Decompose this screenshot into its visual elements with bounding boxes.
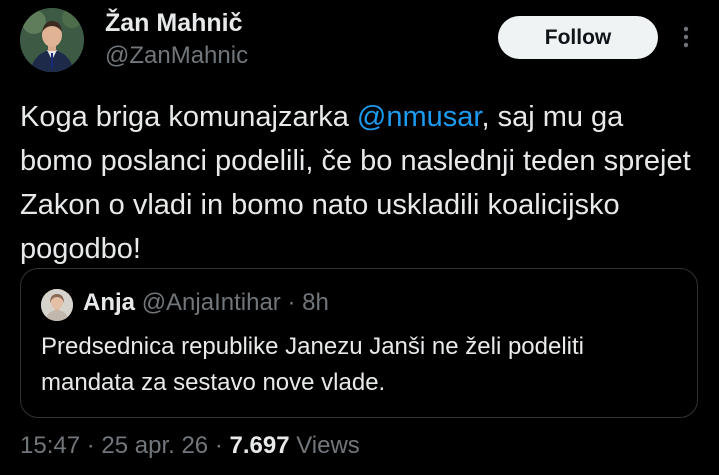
views-count[interactable]: 7.697 (229, 432, 289, 459)
tweet-meta: 15:47 · 25 apr. 26 · 7.697 Views (20, 428, 360, 464)
quote-author-handle[interactable]: @AnjaIntihar (142, 289, 281, 316)
tweet-date[interactable]: 25 apr. 26 (101, 432, 208, 459)
quote-author-name[interactable]: Anja (83, 289, 135, 316)
tweet-time[interactable]: 15:47 (20, 432, 80, 459)
quote-header: Anja @AnjaIntihar · 8h (83, 287, 329, 319)
meta-separator: · (208, 432, 230, 459)
author-name-block: Žan Mahnič @ZanMahnic (105, 6, 248, 72)
views-label: Views (296, 432, 360, 459)
quote-text: Predsednica republike Janezu Janši ne že… (41, 333, 584, 396)
quote-age[interactable]: 8h (302, 289, 329, 316)
more-icon[interactable] (674, 22, 698, 52)
quote-author-avatar[interactable] (41, 289, 73, 321)
author-display-name[interactable]: Žan Mahnič (105, 6, 248, 40)
meta-separator: · (80, 432, 102, 459)
follow-button[interactable]: Follow (498, 16, 658, 59)
author-handle[interactable]: @ZanMahnic (105, 40, 248, 72)
author-avatar[interactable] (20, 8, 84, 72)
tweet-text-before: Koga briga komunajzarka (20, 101, 357, 133)
mention-link[interactable]: @nmusar (357, 101, 482, 133)
quote-separator: · (280, 289, 303, 316)
quoted-tweet[interactable]: Anja @AnjaIntihar · 8h Predsednica repub… (20, 268, 698, 418)
tweet-text: Koga briga komunajzarka @nmusar, saj mu … (20, 95, 700, 271)
